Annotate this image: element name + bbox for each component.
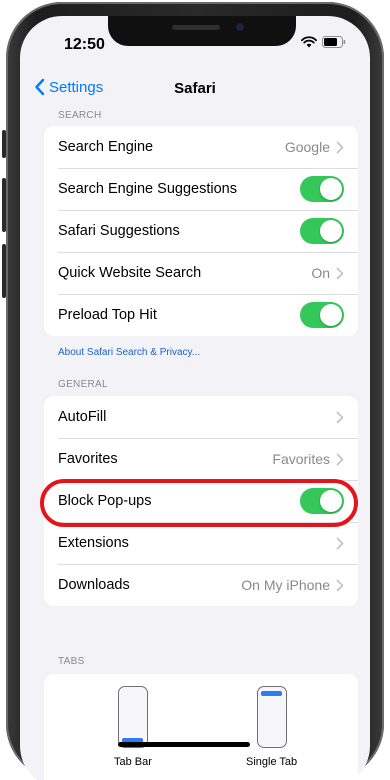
row-autofill[interactable]: AutoFill	[44, 396, 358, 438]
row-extensions[interactable]: Extensions	[44, 522, 358, 564]
row-label: Preload Top Hit	[58, 307, 157, 323]
chevron-right-icon	[336, 579, 344, 591]
navigation-bar: Settings Safari	[20, 76, 370, 108]
single-tab-indicator	[260, 691, 282, 696]
battery-icon	[322, 36, 346, 48]
toggle-knob	[320, 178, 342, 200]
page-title: Safari	[174, 80, 216, 97]
status-time: 12:50	[64, 36, 105, 53]
wifi-icon	[301, 36, 317, 48]
status-icons	[301, 36, 346, 48]
home-indicator[interactable]	[118, 742, 250, 747]
row-label: Search Engine	[58, 139, 154, 155]
search-engine-suggestions-toggle[interactable]	[300, 176, 344, 202]
front-camera	[236, 23, 244, 31]
single-tab-preview-icon	[256, 686, 287, 748]
section-header-tabs: TABS	[58, 656, 85, 667]
row-quick-website-search[interactable]: Quick Website Search On	[44, 252, 358, 294]
row-search-engine-suggestions: Search Engine Suggestions	[44, 168, 358, 210]
notch	[108, 16, 296, 46]
row-label: Downloads	[58, 577, 130, 593]
chevron-right-icon	[336, 267, 344, 279]
speaker-grille	[172, 25, 220, 30]
chevron-right-icon	[336, 453, 344, 465]
row-value: Google	[284, 139, 330, 155]
block-pop-ups-highlight-annotation	[40, 479, 358, 527]
row-label: AutoFill	[58, 409, 107, 425]
about-safari-search-privacy-link[interactable]: About Safari Search & Privacy...	[58, 347, 200, 358]
preload-top-hit-toggle[interactable]	[300, 302, 344, 328]
row-preload-top-hit: Preload Top Hit	[44, 294, 358, 336]
safari-suggestions-toggle[interactable]	[300, 218, 344, 244]
row-label: Search Engine Suggestions	[58, 181, 237, 197]
toggle-knob	[320, 220, 342, 242]
screenshot-stage: 12:50 Settings Safari SEARCH Search Engi…	[0, 0, 390, 780]
tab-layout-tab-bar[interactable]: Tab Bar	[114, 686, 152, 768]
row-label: Favorites	[58, 451, 118, 467]
chevron-right-icon	[336, 537, 344, 549]
toggle-knob	[320, 304, 342, 326]
row-value: On My iPhone	[241, 577, 330, 593]
tabs-layout-group: Tab Bar Single Tab	[44, 674, 358, 780]
chevron-right-icon	[336, 141, 344, 153]
row-favorites[interactable]: Favorites Favorites	[44, 438, 358, 480]
row-search-engine[interactable]: Search Engine Google	[44, 126, 358, 168]
row-value: Favorites	[272, 451, 330, 467]
tab-option-caption: Single Tab	[246, 756, 298, 768]
section-header-general: GENERAL	[58, 379, 108, 390]
row-downloads[interactable]: Downloads On My iPhone	[44, 564, 358, 606]
row-label: Extensions	[58, 535, 129, 551]
section-header-search: SEARCH	[58, 110, 102, 121]
row-label: Quick Website Search	[58, 265, 202, 281]
row-safari-suggestions: Safari Suggestions	[44, 210, 358, 252]
search-settings-group: Search Engine Google Search Engine Sugge…	[44, 126, 358, 336]
tab-bar-preview-icon	[117, 686, 148, 748]
tab-layout-single-tab[interactable]: Single Tab	[246, 686, 297, 768]
row-label: Safari Suggestions	[58, 223, 180, 239]
row-value: On	[311, 265, 330, 281]
tab-option-caption: Tab Bar	[114, 756, 152, 768]
phone-screen: 12:50 Settings Safari SEARCH Search Engi…	[20, 16, 370, 780]
chevron-right-icon	[336, 411, 344, 423]
